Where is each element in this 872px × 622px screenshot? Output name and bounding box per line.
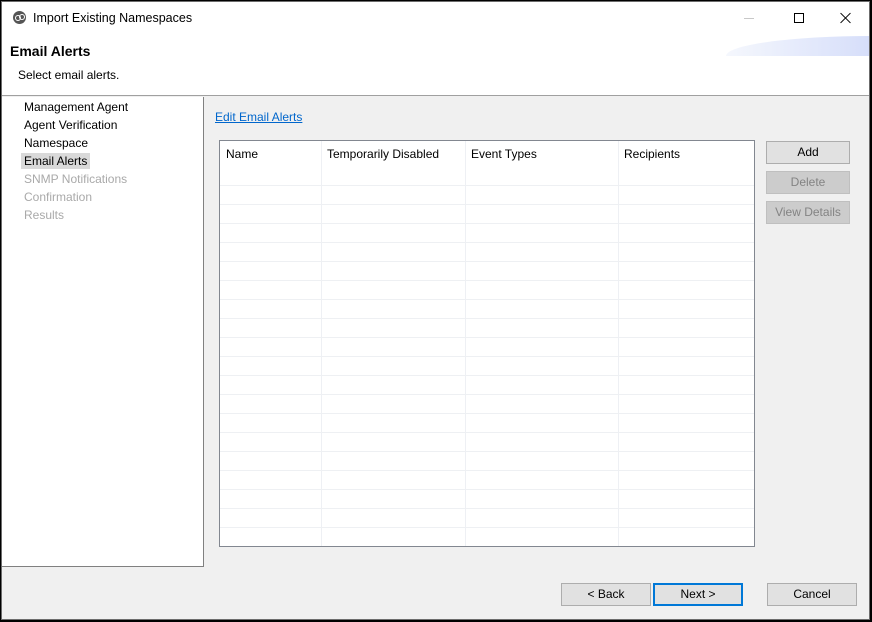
table-row	[220, 300, 754, 319]
table-header: Name Temporarily Disabled Event Types Re…	[220, 141, 754, 167]
wizard-steps-nav: Management Agent Agent Verification Name…	[2, 97, 204, 567]
minimize-icon	[744, 17, 754, 19]
table-row	[220, 167, 754, 186]
minimize-button[interactable]	[726, 2, 772, 34]
column-header-name[interactable]: Name	[220, 141, 321, 167]
wizard-header: Email Alerts Select email alerts.	[2, 34, 869, 96]
table-row	[220, 319, 754, 338]
edit-email-alerts-link[interactable]: Edit Email Alerts	[215, 110, 302, 124]
back-button[interactable]: < Back	[561, 583, 651, 606]
table-row	[220, 357, 754, 376]
nav-item-email-alerts[interactable]: Email Alerts	[21, 153, 91, 169]
import-namespaces-window: Import Existing Namespaces Email Alerts …	[1, 1, 870, 620]
view-details-button: View Details	[766, 201, 850, 224]
peer-logo-icon	[13, 11, 26, 24]
table-row	[220, 471, 754, 490]
column-header-recipients[interactable]: Recipients	[618, 141, 754, 167]
close-icon	[840, 12, 852, 24]
nav-item-snmp-notifications: SNMP Notifications	[24, 172, 128, 186]
page-subtitle: Select email alerts.	[18, 68, 120, 82]
next-button[interactable]: Next >	[653, 583, 743, 606]
table-row	[220, 338, 754, 357]
table-row	[220, 262, 754, 281]
add-button[interactable]: Add	[766, 141, 850, 164]
table-row	[220, 490, 754, 509]
table-row	[220, 528, 754, 546]
table-row	[220, 395, 754, 414]
table-row	[220, 452, 754, 471]
title-bar: Import Existing Namespaces	[2, 2, 869, 34]
nav-item-namespace[interactable]: Namespace	[21, 135, 91, 151]
table-row	[220, 205, 754, 224]
table-row	[220, 433, 754, 452]
table-row	[220, 509, 754, 528]
delete-button: Delete	[766, 171, 850, 194]
table-row	[220, 186, 754, 205]
window-title: Import Existing Namespaces	[33, 11, 193, 25]
table-row	[220, 414, 754, 433]
table-row	[220, 224, 754, 243]
header-decoration	[726, 36, 869, 56]
cancel-button[interactable]: Cancel	[767, 583, 857, 606]
maximize-button[interactable]	[776, 2, 822, 34]
close-button[interactable]	[823, 2, 869, 34]
nav-item-confirmation: Confirmation	[24, 190, 93, 204]
column-header-temporarily-disabled[interactable]: Temporarily Disabled	[321, 141, 465, 167]
email-alerts-table[interactable]: Name Temporarily Disabled Event Types Re…	[219, 140, 755, 547]
nav-item-results: Results	[24, 208, 65, 222]
column-header-event-types[interactable]: Event Types	[465, 141, 618, 167]
table-row	[220, 243, 754, 262]
nav-item-agent-verification[interactable]: Agent Verification	[21, 117, 120, 133]
content-panel: Edit Email Alerts Name Temporarily Disab…	[205, 97, 871, 567]
page-title: Email Alerts	[10, 43, 91, 59]
table-row	[220, 376, 754, 395]
nav-item-management-agent[interactable]: Management Agent	[21, 99, 131, 115]
table-row	[220, 281, 754, 300]
maximize-icon	[794, 13, 804, 23]
